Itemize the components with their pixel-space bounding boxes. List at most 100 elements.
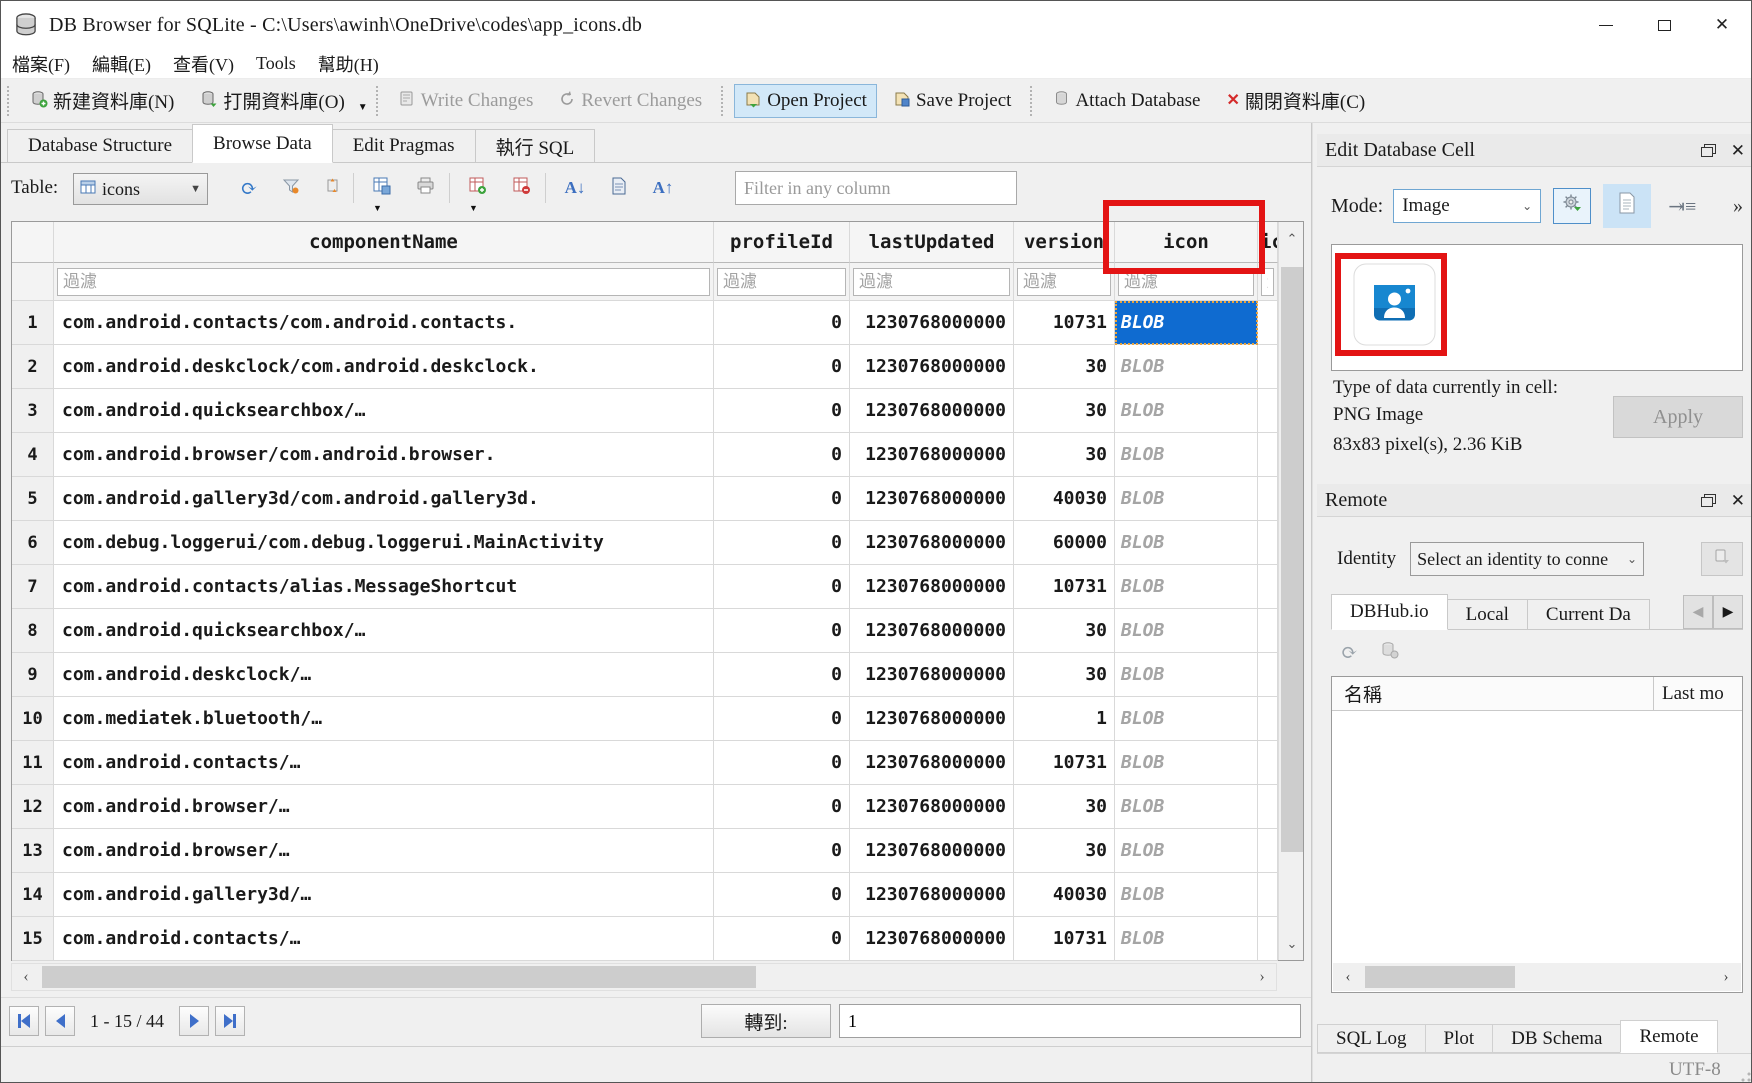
- cell-partial[interactable]: [1258, 653, 1278, 697]
- table-select[interactable]: icons ▼: [73, 173, 208, 205]
- pane-divider[interactable]: [1311, 123, 1313, 1082]
- maximize-button[interactable]: [1635, 1, 1693, 49]
- save-view-dropdown-icon[interactable]: ▼: [373, 203, 382, 213]
- cell-componentName[interactable]: com.mediatek.bluetooth/…: [54, 697, 714, 741]
- cell-icon-blob[interactable]: BLOB: [1115, 829, 1258, 873]
- cell-componentName[interactable]: com.android.browser/…: [54, 785, 714, 829]
- cell-lastUpdated[interactable]: 1230768000000: [850, 301, 1014, 345]
- open-database-button[interactable]: 打開資料庫(O): [190, 81, 354, 120]
- cell-version[interactable]: 30: [1014, 389, 1115, 433]
- cell-componentName[interactable]: com.android.gallery3d/…: [54, 873, 714, 917]
- row-number[interactable]: 10: [12, 697, 54, 741]
- cell-lastUpdated[interactable]: 1230768000000: [850, 697, 1014, 741]
- row-number[interactable]: 11: [12, 741, 54, 785]
- cell-icon-blob[interactable]: BLOB: [1115, 301, 1258, 345]
- push-database-button[interactable]: [1701, 542, 1743, 576]
- cell-partial[interactable]: [1258, 829, 1278, 873]
- remote-column-last-modified[interactable]: Last mo: [1654, 677, 1742, 710]
- open-database-dropdown-icon[interactable]: ▼: [358, 102, 368, 113]
- cell-lastUpdated[interactable]: 1230768000000: [850, 917, 1014, 961]
- cell-icon-blob[interactable]: BLOB: [1115, 917, 1258, 961]
- remote-tab-current-database[interactable]: Current Da: [1527, 599, 1650, 629]
- cell-icon-blob[interactable]: BLOB: [1115, 609, 1258, 653]
- remote-horizontal-scrollbar[interactable]: ‹ ›: [1333, 963, 1741, 991]
- identity-select[interactable]: Select an identity to conne ⌄: [1410, 542, 1644, 576]
- menu-view[interactable]: 查看(V): [162, 49, 245, 78]
- close-database-button[interactable]: ✕ 關閉資料庫(C): [1216, 81, 1375, 120]
- cell-lastUpdated[interactable]: 1230768000000: [850, 653, 1014, 697]
- cell-partial[interactable]: [1258, 477, 1278, 521]
- print-button[interactable]: [407, 171, 443, 205]
- word-wrap-button[interactable]: ⇥≡: [1663, 188, 1701, 224]
- cell-partial[interactable]: [1258, 697, 1278, 741]
- cell-partial[interactable]: [1258, 521, 1278, 565]
- cell-icon-blob[interactable]: BLOB: [1115, 565, 1258, 609]
- cell-version[interactable]: 30: [1014, 609, 1115, 653]
- remote-column-name[interactable]: 名稱: [1332, 677, 1654, 710]
- horizontal-scroll-thumb[interactable]: [42, 966, 756, 988]
- cell-icon-blob[interactable]: BLOB: [1115, 741, 1258, 785]
- menu-help[interactable]: 幫助(H): [307, 49, 390, 78]
- vertical-scrollbar[interactable]: ⌃ ⌄: [1278, 222, 1303, 960]
- row-number[interactable]: 4: [12, 433, 54, 477]
- tab-browse-data[interactable]: Browse Data: [192, 124, 333, 163]
- cell-profileId[interactable]: 0: [714, 477, 850, 521]
- cell-lastUpdated[interactable]: 1230768000000: [850, 345, 1014, 389]
- cell-profileId[interactable]: 0: [714, 345, 850, 389]
- cell-profileId[interactable]: 0: [714, 829, 850, 873]
- vertical-scroll-thumb[interactable]: [1281, 267, 1303, 852]
- cell-profileId[interactable]: 0: [714, 433, 850, 477]
- cell-icon-blob[interactable]: BLOB: [1115, 433, 1258, 477]
- row-number[interactable]: 14: [12, 873, 54, 917]
- cell-partial[interactable]: [1258, 389, 1278, 433]
- tab-database-structure[interactable]: Database Structure: [7, 129, 193, 162]
- tabs-scroll-left-button[interactable]: ◀: [1683, 595, 1713, 629]
- cell-partial[interactable]: [1258, 785, 1278, 829]
- cell-version[interactable]: 10731: [1014, 741, 1115, 785]
- cell-version[interactable]: 40030: [1014, 873, 1115, 917]
- next-page-button[interactable]: [179, 1006, 209, 1036]
- cell-icon-blob[interactable]: BLOB: [1115, 345, 1258, 389]
- cell-version[interactable]: 10731: [1014, 301, 1115, 345]
- scroll-up-button[interactable]: ⌃: [1279, 222, 1305, 255]
- cell-lastUpdated[interactable]: 1230768000000: [850, 785, 1014, 829]
- row-number[interactable]: 12: [12, 785, 54, 829]
- cell-lastUpdated[interactable]: 1230768000000: [850, 477, 1014, 521]
- row-number[interactable]: 7: [12, 565, 54, 609]
- row-number[interactable]: 1: [12, 301, 54, 345]
- cell-lastUpdated[interactable]: 1230768000000: [850, 565, 1014, 609]
- attach-database-button[interactable]: Attach Database: [1043, 84, 1210, 118]
- cell-componentName[interactable]: com.android.gallery3d/com.android.galler…: [54, 477, 714, 521]
- cell-version[interactable]: 30: [1014, 785, 1115, 829]
- cell-profileId[interactable]: 0: [714, 653, 850, 697]
- menu-file[interactable]: 檔案(F): [1, 49, 81, 78]
- cell-profileId[interactable]: 0: [714, 873, 850, 917]
- cell-version[interactable]: 1: [1014, 697, 1115, 741]
- last-page-button[interactable]: [215, 1006, 245, 1036]
- menu-edit[interactable]: 編輯(E): [81, 49, 162, 78]
- filter-version-input[interactable]: [1017, 268, 1111, 296]
- mode-select[interactable]: Image ⌄: [1393, 189, 1541, 223]
- open-project-button[interactable]: Open Project: [734, 84, 877, 118]
- remote-scroll-left-button[interactable]: ‹: [1333, 963, 1363, 991]
- remote-clone-database-icon[interactable]: [1380, 640, 1399, 665]
- sort-desc-button[interactable]: A↑: [645, 171, 681, 205]
- float-panel-icon[interactable]: [1701, 494, 1715, 506]
- cell-profileId[interactable]: 0: [714, 301, 850, 345]
- text-mode-button[interactable]: [1603, 184, 1651, 228]
- global-filter-input[interactable]: [735, 171, 1017, 205]
- cell-partial[interactable]: [1258, 433, 1278, 477]
- encoding-indicator[interactable]: UTF-8: [1669, 1059, 1721, 1081]
- goto-button[interactable]: 轉到:: [701, 1004, 831, 1038]
- cell-profileId[interactable]: 0: [714, 697, 850, 741]
- minimize-button[interactable]: [1577, 1, 1635, 49]
- cell-icon-blob[interactable]: BLOB: [1115, 873, 1258, 917]
- menu-tools[interactable]: Tools: [245, 49, 307, 78]
- cell-version[interactable]: 60000: [1014, 521, 1115, 565]
- cell-icon-blob[interactable]: BLOB: [1115, 521, 1258, 565]
- cell-profileId[interactable]: 0: [714, 741, 850, 785]
- cell-profileId[interactable]: 0: [714, 389, 850, 433]
- sort-asc-button[interactable]: A↓: [557, 171, 593, 205]
- cell-partial[interactable]: [1258, 345, 1278, 389]
- goto-record-input[interactable]: [839, 1004, 1301, 1038]
